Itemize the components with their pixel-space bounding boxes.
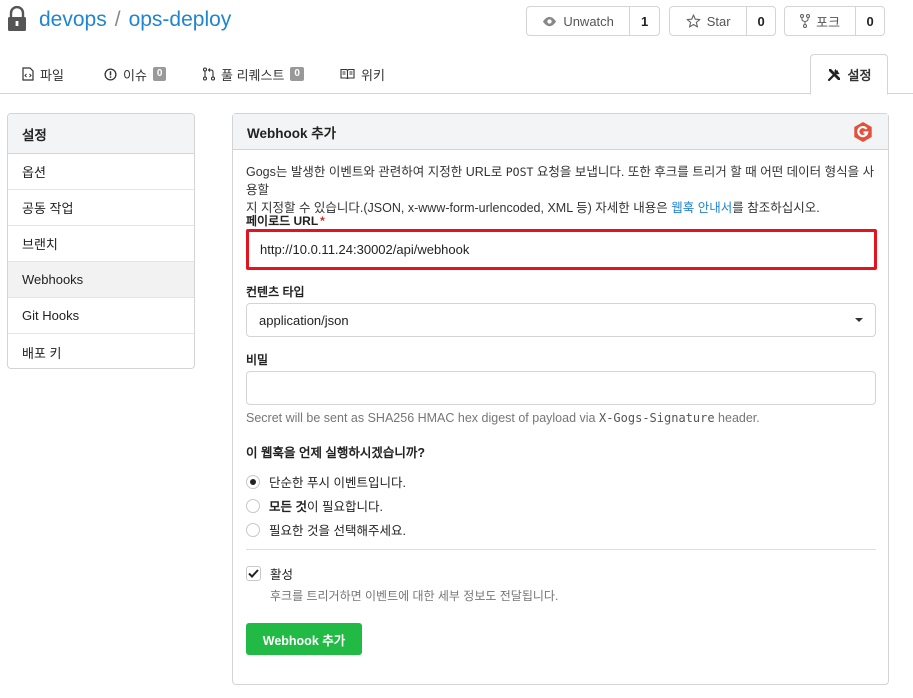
active-label: 활성: [270, 568, 294, 582]
pull-request-icon: [203, 67, 215, 81]
unwatch-label: Unwatch: [563, 13, 614, 29]
active-checkbox[interactable]: [246, 566, 261, 581]
signature-header-name: X-Gogs-Signature: [598, 411, 715, 425]
radio-label: 단순한 푸시 이벤트입니다.: [269, 476, 406, 490]
sidebar-item-options[interactable]: 옵션: [8, 154, 194, 190]
star-button[interactable]: Star: [670, 7, 748, 35]
sidebar-item-git-hooks[interactable]: Git Hooks: [8, 298, 194, 334]
content-type-label: 컨텐츠 타입: [246, 285, 305, 299]
tab-settings[interactable]: 설정: [810, 54, 888, 95]
star-count[interactable]: 0: [747, 7, 775, 35]
content-type-select[interactable]: application/json: [246, 303, 876, 337]
panel-title: Webhook 추가: [247, 125, 337, 141]
sidebar-item-branches[interactable]: 브랜치: [8, 226, 194, 262]
active-help-text: 후크를 트리거하면 이벤트에 대한 세부 정보도 전달됩니다.: [270, 589, 559, 603]
tab-issues[interactable]: 이슈 0: [104, 54, 167, 94]
tab-wiki[interactable]: 위키: [340, 54, 385, 94]
gogs-logo-icon: [854, 121, 872, 142]
webhook-form-panel: Webhook 추가 Gogs는 발생한 이벤트와 관련하여 지정한 URL로 …: [232, 113, 889, 685]
tab-label: 설정: [847, 68, 872, 83]
description-text: Gogs는 발생한 이벤트와 관련하여 지정한 URL로: [246, 165, 506, 179]
star-button-group: Star 0: [669, 6, 776, 36]
description-text: 를 참조하십시오.: [732, 201, 820, 215]
trigger-option-push[interactable]: 단순한 푸시 이벤트입니다.: [246, 472, 406, 491]
payload-url-input[interactable]: http://10.0.11.24:30002/api/webhook: [246, 229, 877, 270]
secret-help-text: Secret will be sent as SHA256 HMAC hex d…: [246, 411, 760, 425]
webhook-guide-link[interactable]: 웹훅 안내서: [671, 201, 732, 215]
repo-owner-link[interactable]: devops: [39, 8, 107, 31]
trigger-option-choose[interactable]: 필요한 것을 선택해주세요.: [246, 520, 406, 539]
payload-url-label-text: 페이로드 URL: [246, 214, 319, 228]
repo-tabs: 파일 이슈 0 풀 리퀘스트 0 위키 설정: [0, 54, 913, 95]
tools-icon: [827, 69, 840, 82]
watch-count[interactable]: 1: [630, 7, 659, 35]
unwatch-button[interactable]: Unwatch: [527, 7, 631, 35]
issue-icon: [104, 67, 117, 81]
repo-separator: /: [114, 8, 121, 31]
radio-button[interactable]: [246, 474, 260, 489]
sidebar-item-collaboration[interactable]: 공동 작업: [8, 190, 194, 226]
secret-help-suffix: header.: [714, 411, 760, 425]
fork-label: 포크: [816, 14, 841, 30]
tab-label: 이슈: [123, 67, 147, 83]
radio-label-rest: 이 필요합니다.: [306, 500, 383, 514]
divider: [246, 549, 876, 550]
radio-label-bold: 모든 것: [269, 500, 307, 514]
radio-button[interactable]: [246, 498, 260, 513]
tab-label: 풀 리퀘스트: [221, 67, 285, 83]
fork-count[interactable]: 0: [856, 7, 884, 35]
secret-help-prefix: Secret will be sent as SHA256 HMAC hex d…: [246, 411, 599, 425]
radio-button[interactable]: [246, 522, 260, 537]
repo-name-link[interactable]: ops-deploy: [129, 8, 232, 31]
tab-pull-requests[interactable]: 풀 리퀘스트 0: [203, 54, 304, 94]
fork-button-group: 포크 0: [784, 6, 885, 36]
fork-icon: [800, 14, 811, 28]
add-webhook-button[interactable]: Webhook 추가: [246, 623, 362, 655]
star-label: Star: [706, 13, 731, 29]
pull-request-count-badge: 0: [290, 67, 304, 81]
file-code-icon: [22, 67, 34, 81]
eye-icon: [543, 16, 557, 26]
sidebar-item-deploy-keys[interactable]: 배포 키: [8, 334, 194, 368]
panel-header: Webhook 추가: [233, 114, 888, 150]
dropdown-caret-icon: [855, 318, 863, 322]
secret-input[interactable]: [246, 371, 876, 405]
content-type-value: application/json: [259, 312, 349, 328]
checkmark-icon: [248, 569, 259, 578]
post-method: POST: [505, 165, 534, 179]
repo-title: devops / ops-deploy: [39, 8, 231, 32]
payload-url-label: 페이로드 URL *: [246, 212, 325, 229]
payload-url-value: http://10.0.11.24:30002/api/webhook: [260, 242, 470, 257]
lock-icon: [8, 6, 26, 31]
radio-label: 필요한 것을 선택해주세요.: [269, 524, 406, 538]
radio-label: 모든 것이 필요합니다.: [269, 496, 383, 515]
required-marker: *: [320, 214, 325, 228]
repo-header: devops / ops-deploy Unwatch 1 Star 0 포크 0: [0, 0, 913, 44]
secret-label: 비밀: [246, 353, 269, 367]
tab-files[interactable]: 파일: [22, 54, 64, 94]
star-icon: [686, 14, 701, 28]
sidebar-item-webhooks[interactable]: Webhooks: [8, 262, 194, 298]
trigger-question: 이 웹훅을 언제 실행하시겠습니까?: [246, 446, 426, 460]
active-checkbox-row[interactable]: 활성: [246, 564, 293, 583]
watch-button-group: Unwatch 1: [526, 6, 660, 36]
webhook-description: Gogs는 발생한 이벤트와 관련하여 지정한 URL로 POST 요청을 보냅…: [246, 163, 878, 217]
tab-label: 파일: [40, 67, 64, 83]
sidebar-title: 설정: [8, 114, 194, 154]
settings-sidebar: 설정 옵션 공동 작업 브랜치 Webhooks Git Hooks 배포 키: [7, 113, 195, 369]
book-icon: [340, 68, 355, 80]
trigger-option-all[interactable]: 모든 것이 필요합니다.: [246, 496, 383, 515]
issue-count-badge: 0: [152, 67, 167, 81]
fork-button[interactable]: 포크: [785, 7, 857, 35]
tab-label: 위키: [361, 67, 385, 83]
